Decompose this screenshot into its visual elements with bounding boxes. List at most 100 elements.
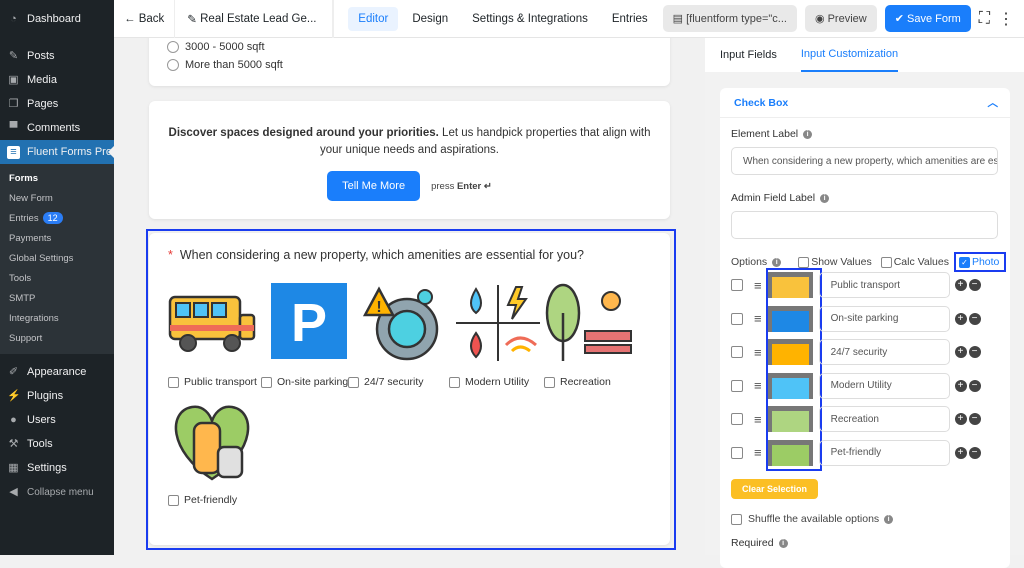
drag-handle-icon[interactable]: ≡ [754,378,762,393]
checked-checkbox-icon[interactable]: ✓ [958,256,970,268]
minus-circle-icon[interactable]: − [968,279,981,291]
sidebar-item-plugins[interactable]: ⚡ Plugins [0,384,114,408]
default-checkbox[interactable] [731,379,743,392]
tab-editor[interactable]: Editor [348,6,399,31]
option-recreation[interactable]: Recreation [544,283,635,388]
collapse-menu[interactable]: ◀ Collapse menu [0,480,114,504]
plus-circle-icon[interactable]: + [954,279,967,291]
plus-circle-icon[interactable]: + [954,446,967,459]
default-checkbox[interactable] [731,279,743,291]
option-photo-thumbnail[interactable] [767,272,813,298]
submenu-smtp[interactable]: SMTP [0,288,114,308]
sidebar-item-users[interactable]: ● Users [0,408,114,432]
default-checkbox[interactable] [731,413,743,425]
option-pet-friendly[interactable]: Pet-friendly [168,401,258,506]
sidebar-item-appearance[interactable]: ✐ Appearance [0,360,114,384]
sidebar-item-media[interactable]: ▣ Media [0,68,114,92]
submenu-payments[interactable]: Payments [0,228,114,248]
drag-handle-icon[interactable]: ≡ [754,311,762,326]
shuffle-option[interactable]: Shuffle the available options i [731,513,894,525]
checkbox[interactable] [168,376,179,388]
option-photo-thumbnail[interactable] [767,439,813,466]
submenu-global-settings[interactable]: Global Settings [0,248,114,268]
checkbox[interactable] [261,376,272,388]
sidebar-item-posts[interactable]: ✎ Posts [0,44,114,68]
option-label-input[interactable]: Pet-friendly [818,439,950,466]
option-label-input[interactable]: Recreation [818,406,950,432]
plus-circle-icon[interactable]: + [954,379,967,392]
default-checkbox[interactable] [731,312,743,325]
sidebar-item-fluent-forms[interactable]: ≡ Fluent Forms Pro [0,140,114,164]
option-label-input[interactable]: Public transport [818,272,950,298]
checkbox[interactable] [168,494,179,506]
plus-circle-icon[interactable]: + [954,312,967,325]
shortcode-button[interactable]: ▤ [fluentform type="c... [662,5,797,32]
preview-button[interactable]: ◉ Preview [804,5,877,32]
option-photo-thumbnail[interactable] [767,339,813,365]
checkbox[interactable] [449,376,460,388]
drag-handle-icon[interactable]: ≡ [754,345,762,360]
show-values-toggle[interactable]: Show Values [798,256,872,268]
option-label-input[interactable]: Modern Utility [818,372,950,399]
submenu-integrations[interactable]: Integrations [0,308,114,328]
drag-handle-icon[interactable]: ≡ [754,445,762,460]
radio-option[interactable]: More than 5000 sqft [149,56,670,74]
amenities-question-card[interactable]: * When considering a new property, which… [149,233,670,545]
section-header[interactable]: Check Box ︿ [720,88,1010,118]
option-photo-thumbnail[interactable] [767,305,813,332]
tab-input-customization[interactable]: Input Customization [800,38,899,72]
plus-circle-icon[interactable]: + [954,413,967,425]
tab-entries[interactable]: Entries [602,7,658,31]
tell-me-more-button[interactable]: Tell Me More [327,171,421,201]
more-vertical-icon[interactable]: ⋮ [998,9,1014,29]
default-checkbox[interactable] [731,346,743,358]
minus-circle-icon[interactable]: − [968,312,981,325]
save-form-button[interactable]: ✔ Save Form [884,5,971,32]
minus-circle-icon[interactable]: − [968,346,981,358]
calc-values-toggle[interactable]: Calc Values [880,256,949,268]
checkbox[interactable] [880,256,892,268]
checkbox[interactable] [348,376,359,388]
checkbox[interactable] [544,376,555,388]
option-public-transport[interactable]: Public transport [168,283,258,388]
submenu-tools[interactable]: Tools [0,268,114,288]
drag-handle-icon[interactable]: ≡ [754,278,762,293]
checkbox[interactable] [798,256,810,268]
back-button[interactable]: ← Back [114,0,176,38]
sidebar-item-tools[interactable]: ⚒ Tools [0,432,114,456]
default-checkbox[interactable] [731,446,743,459]
submenu-entries[interactable]: Entries 12 [0,208,114,228]
submenu-support[interactable]: Support [0,328,114,348]
submenu-new-form[interactable]: New Form [0,188,114,208]
radio-option[interactable]: 3000 - 5000 sqft [149,38,670,56]
admin-field-label-input[interactable] [731,211,998,239]
tab-input-fields[interactable]: Input Fields [720,38,777,72]
form-title[interactable]: ✎ Real Estate Lead Ge... [175,0,334,38]
tab-settings-integrations[interactable]: Settings & Integrations [462,7,598,31]
option-on-site-parking[interactable]: P On-site parking [261,283,361,388]
submenu-forms[interactable]: Forms [0,168,114,188]
option-modern-utility[interactable]: Modern Utility [449,283,544,388]
photo-toggle[interactable]: ✓ Photo [953,252,1007,272]
option-security[interactable]: ! 24/7 security [348,283,453,388]
option-photo-thumbnail[interactable] [767,372,813,399]
element-label-input[interactable]: When considering a new property, which a… [731,147,998,175]
minus-circle-icon[interactable]: − [968,379,981,392]
minus-circle-icon[interactable]: − [968,446,981,459]
option-photo-thumbnail[interactable] [767,406,813,432]
sidebar-item-dashboard[interactable]: ◔ Dashboard [0,0,114,38]
option-label-input[interactable]: On-site parking [818,305,950,332]
drag-handle-icon[interactable]: ≡ [754,412,762,427]
tab-design[interactable]: Design [402,7,458,31]
sidebar-item-comments[interactable]: ▀ Comments [0,116,114,140]
minus-circle-icon[interactable]: − [968,413,981,425]
sidebar-item-pages[interactable]: ❐ Pages [0,92,114,116]
checkbox[interactable] [731,513,742,525]
sidebar-item-settings[interactable]: ▦ Settings [0,456,114,480]
section-title: Check Box [734,96,789,109]
option-label-input[interactable]: 24/7 security [818,339,950,365]
plus-circle-icon[interactable]: + [954,346,967,358]
fullscreen-icon[interactable]: ⛶ [979,10,990,28]
size-question-card[interactable]: 3000 - 5000 sqft More than 5000 sqft [149,38,670,86]
clear-selection-button[interactable]: Clear Selection [731,479,819,499]
